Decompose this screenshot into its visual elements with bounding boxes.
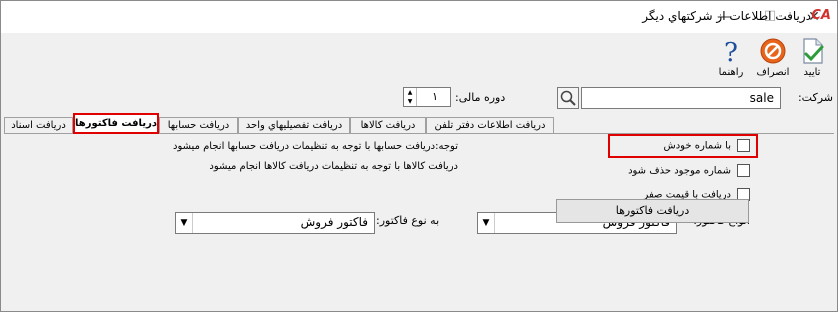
delete-existing-option[interactable]: شماره موجود حذف شود (628, 164, 750, 180)
tab-accounts[interactable]: دريافت حسابها (159, 117, 238, 134)
tab-unit-details[interactable]: دريافت تفصيليهاي واحد (238, 117, 350, 134)
chevron-down-icon[interactable]: ▼ (478, 213, 495, 233)
target-invoice-dropdown[interactable]: ▼ فاکتور فروش (175, 212, 375, 234)
tab-documents[interactable]: دريافت اسناد (4, 117, 73, 134)
window-title: دريافت اطلاعات از شرکتهاي ديگر (642, 9, 811, 23)
svg-text:?: ? (724, 38, 738, 65)
document-check-icon (803, 38, 824, 64)
invoices-panel: با شماره خودش شماره موجود حذف شود دريافت… (4, 133, 834, 310)
help-button[interactable]: ? راهنما (713, 37, 749, 78)
company-search-button[interactable] (557, 87, 579, 109)
cancel-button[interactable]: انصراف (753, 37, 793, 78)
confirm-label: تاييد (803, 67, 821, 78)
confirm-button[interactable]: تاييد (795, 37, 829, 78)
fiscal-period-field[interactable]: ۱ ▲ ▼ (403, 87, 451, 107)
help-icon: ? (724, 38, 738, 65)
company-label: شرکت: (797, 91, 833, 104)
fiscal-period-label: دوره مالی: (455, 91, 506, 104)
own-number-option[interactable]: با شماره خودش (664, 139, 750, 155)
delete-existing-checkbox[interactable] (737, 164, 750, 177)
note-products: دريافت کالاها با توجه به تنظيمات دريافت … (209, 161, 458, 172)
tab-products[interactable]: دريافت کالاها (350, 117, 426, 134)
search-icon (560, 90, 576, 106)
cancel-label: انصراف (756, 67, 790, 78)
delete-existing-label: شماره موجود حذف شود (628, 165, 731, 177)
target-invoice-label: به نوع فاکتور: (376, 214, 440, 227)
app-logo-icon: CA (811, 8, 831, 23)
target-invoice-value: فاکتور فروش (300, 215, 368, 229)
tab-invoices[interactable]: دريافت فاکتورها (73, 113, 159, 134)
dialog-window: — ☐ ✕ دريافت اطلاعات از شرکتهاي ديگر CA … (0, 0, 838, 312)
title-bar: — ☐ ✕ دريافت اطلاعات از شرکتهاي ديگر CA (1, 1, 837, 33)
fetch-invoices-button[interactable]: دريافت فاکتورها (556, 199, 749, 223)
help-label: راهنما (718, 67, 744, 78)
company-value: sale (749, 91, 774, 105)
own-number-label: با شماره خودش (663, 140, 731, 152)
fiscal-period-spinner[interactable]: ▲ ▼ (404, 88, 417, 106)
company-field[interactable]: sale (581, 87, 781, 109)
cancel-icon (760, 38, 786, 64)
chevron-down-icon[interactable]: ▼ (176, 213, 193, 233)
tab-phonebook[interactable]: دريافت اطلاعات دفتر تلفن (426, 117, 554, 134)
fiscal-period-value: ۱ (432, 90, 438, 103)
own-number-checkbox[interactable] (737, 139, 750, 152)
note-accounts: توجه:دريافت حسابها با توجه به تنظيمات در… (173, 141, 458, 152)
toolbar: تاييد انصراف ? راهنما (1, 33, 837, 83)
tab-bar: دريافت اطلاعات دفتر تلفن دريافت کالاها د… (1, 113, 837, 134)
